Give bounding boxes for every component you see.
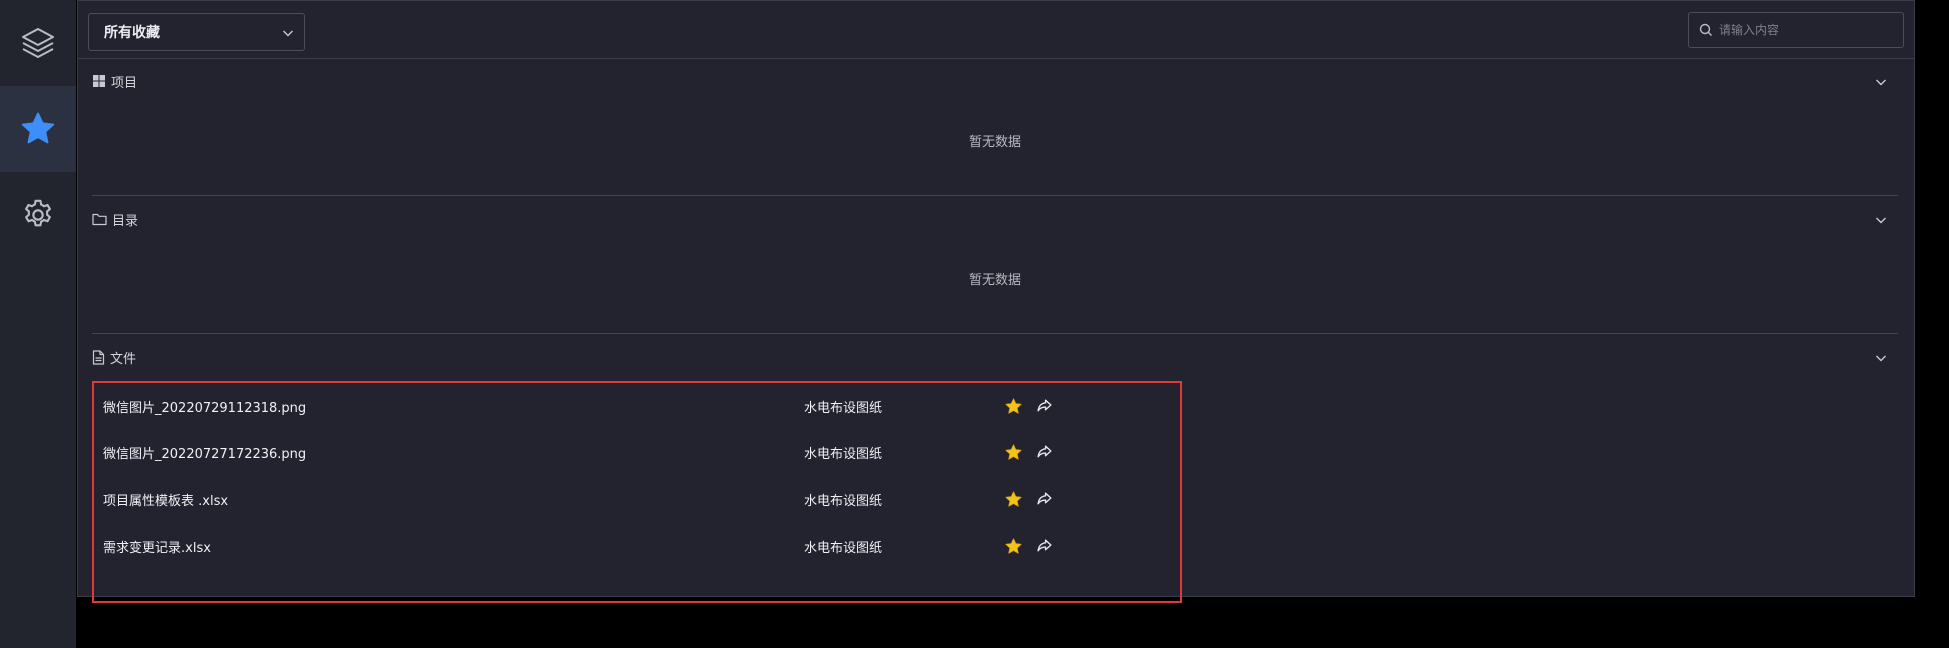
gear-icon [25,199,51,227]
empty-text-projects: 暂无数据 [968,135,1021,150]
table-row[interactable]: 需求变更记录.xlsx 水电布设图纸 [94,523,1180,570]
search-icon [1699,23,1712,36]
file-icon [92,349,105,365]
share-icon[interactable] [1036,397,1053,414]
folder-icon [92,212,107,226]
section-directories: 目录 暂无数据 [92,199,1898,335]
share-icon[interactable] [1036,443,1053,460]
file-name[interactable]: 微信图片_20220727172236.png [103,443,306,462]
star-icon [21,112,55,144]
file-name[interactable]: 需求变更记录.xlsx [103,537,211,556]
section-divider [92,333,1898,334]
table-row[interactable]: 项目属性模板表 .xlsx 水电布设图纸 [94,476,1180,523]
file-list: 微信图片_20220729112318.png 水电布设图纸 微信图片_2022… [92,381,1182,603]
app-root: 所有收藏 请输入内容 项目 暂无数据 目录 暂无数据 文件 微信图片_20220… [0,0,1949,648]
search-box[interactable] [1688,12,1904,48]
section-divider [92,195,1898,196]
layers-icon [22,28,54,58]
icon-rail [0,0,76,648]
section-title-files: 文件 [110,351,137,367]
file-name[interactable]: 项目属性模板表 .xlsx [103,490,228,509]
share-icon[interactable] [1036,537,1053,554]
section-header-projects[interactable]: 项目 [92,61,1898,101]
toolbar: 所有收藏 [78,1,1914,59]
favorites-filter-select[interactable]: 所有收藏 [88,13,305,51]
favorite-star-icon[interactable] [1004,537,1023,556]
file-folder: 水电布设图纸 [804,447,883,462]
section-title-projects: 项目 [111,75,138,91]
rail-item-favorites[interactable] [0,86,76,172]
empty-text-directories: 暂无数据 [968,273,1021,288]
favorites-panel: 所有收藏 请输入内容 项目 暂无数据 目录 暂无数据 文件 微信图片_20220… [77,0,1915,603]
chevron-down-icon [1876,355,1886,362]
file-folder: 水电布设图纸 [804,401,883,416]
section-title-directories: 目录 [112,213,139,229]
file-folder: 水电布设图纸 [804,541,883,556]
rail-item-layers[interactable] [0,0,76,86]
section-projects: 项目 暂无数据 [92,61,1898,197]
section-header-files[interactable]: 文件 [92,337,1898,377]
chevron-down-icon [283,30,293,37]
grid-icon [92,74,106,88]
table-row[interactable]: 微信图片_20220727172236.png 水电布设图纸 [94,429,1180,476]
file-folder: 水电布设图纸 [804,494,883,509]
section-header-directories[interactable]: 目录 [92,199,1898,239]
favorite-star-icon[interactable] [1004,443,1023,462]
filter-select-value: 所有收藏 [104,25,160,41]
rail-item-settings[interactable] [0,172,76,258]
file-name[interactable]: 微信图片_20220729112318.png [103,397,306,416]
search-input[interactable] [1719,23,1899,37]
favorite-star-icon[interactable] [1004,490,1023,509]
chevron-down-icon [1876,217,1886,224]
table-row[interactable]: 微信图片_20220729112318.png 水电布设图纸 [94,383,1180,430]
share-icon[interactable] [1036,490,1053,507]
chevron-down-icon [1876,79,1886,86]
favorite-star-icon[interactable] [1004,397,1023,416]
